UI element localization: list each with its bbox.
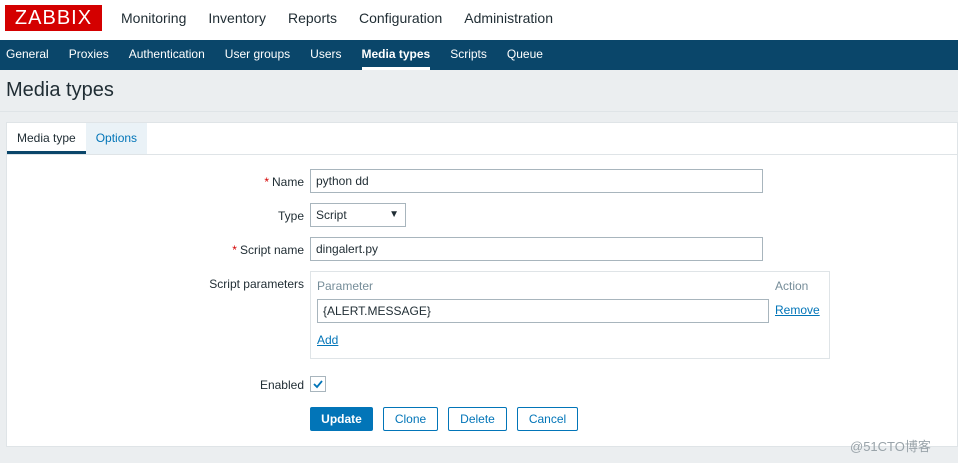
clone-button[interactable]: Clone	[383, 407, 438, 431]
cancel-button[interactable]: Cancel	[517, 407, 578, 431]
tab-divider	[7, 154, 957, 155]
parameter-field[interactable]: {ALERT.MESSAGE}	[317, 299, 769, 323]
update-button[interactable]: Update	[310, 407, 373, 431]
type-label: Type	[277, 209, 304, 223]
checkmark-icon	[313, 380, 323, 389]
script-params-table: Parameter Action {ALERT.MESSAGE} Remove …	[310, 271, 830, 359]
script-name-field[interactable]: dingalert.py	[310, 237, 763, 261]
param-column-header: Parameter	[317, 279, 374, 293]
type-select[interactable]: Script ▼	[310, 203, 406, 227]
subnav-scripts[interactable]: Scripts	[440, 40, 497, 70]
title-divider	[0, 111, 958, 112]
watermark: @51CTO博客	[850, 439, 931, 454]
tab-media-type[interactable]: Media type	[7, 123, 86, 154]
zabbix-logo[interactable]: ZABBIX	[5, 5, 102, 31]
menu-configuration[interactable]: Configuration	[348, 0, 453, 40]
menu-inventory[interactable]: Inventory	[197, 0, 277, 40]
script-params-label: Script parameters	[209, 277, 304, 291]
subnav-authentication[interactable]: Authentication	[119, 40, 215, 70]
name-label-text: Name	[271, 175, 304, 189]
menu-monitoring[interactable]: Monitoring	[110, 0, 197, 40]
subnav-queue[interactable]: Queue	[497, 40, 553, 70]
type-select-value: Script	[316, 208, 347, 222]
main-menu: Monitoring Inventory Reports Configurati…	[110, 0, 564, 40]
script-name-label-text: Script name	[239, 243, 304, 257]
name-field[interactable]: python dd	[310, 169, 763, 193]
enabled-checkbox[interactable]	[310, 376, 326, 392]
add-parameter-link[interactable]: Add	[317, 333, 338, 347]
menu-reports[interactable]: Reports	[277, 0, 348, 40]
sub-navigation: General Proxies Authentication User grou…	[0, 40, 958, 70]
subnav-users[interactable]: Users	[300, 40, 351, 70]
name-label: * Name	[264, 175, 304, 189]
subnav-proxies[interactable]: Proxies	[59, 40, 119, 70]
script-name-label: * Script name	[232, 243, 304, 257]
subnav-user-groups[interactable]: User groups	[215, 40, 300, 70]
delete-button[interactable]: Delete	[448, 407, 507, 431]
form-panel: Media type Options * Name python dd Type …	[6, 122, 958, 447]
subnav-media-types[interactable]: Media types	[352, 40, 441, 70]
chevron-down-icon: ▼	[389, 209, 399, 220]
tab-options[interactable]: Options	[85, 123, 148, 154]
top-bar: ZABBIX Monitoring Inventory Reports Conf…	[0, 0, 958, 40]
tab-bar: Media type Options	[7, 123, 148, 154]
menu-administration[interactable]: Administration	[453, 0, 564, 40]
action-column-header: Action	[775, 279, 809, 293]
remove-parameter-link[interactable]: Remove	[775, 303, 820, 317]
enabled-label: Enabled	[259, 378, 304, 392]
page-title: Media types	[6, 79, 114, 101]
subnav-general[interactable]: General	[0, 40, 59, 70]
